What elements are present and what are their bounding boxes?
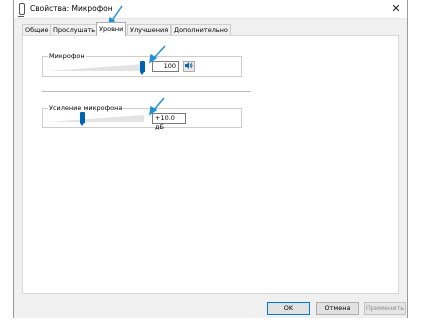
- annotation-arrows: [108, 5, 166, 116]
- tab-levels[interactable]: Уровни: [96, 22, 127, 36]
